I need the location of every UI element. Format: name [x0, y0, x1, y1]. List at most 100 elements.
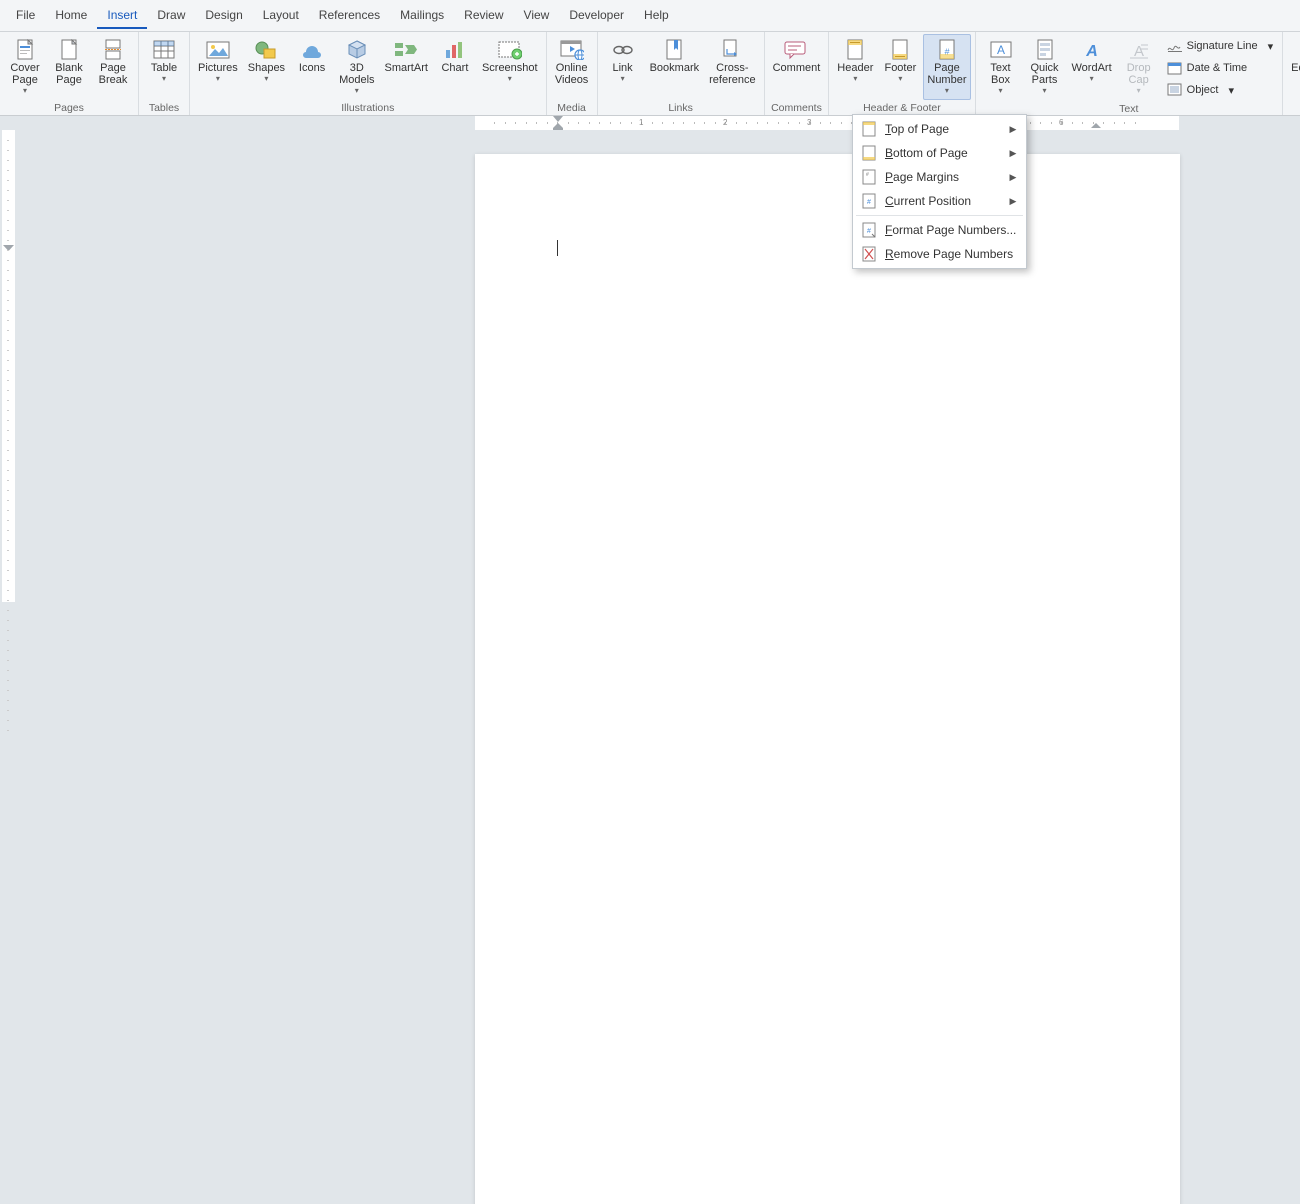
3d-models-button[interactable]: 3DModels ▾ [335, 34, 378, 100]
blank-page-label: BlankPage [55, 62, 83, 86]
dropdown-arrow-icon: ▾ [853, 74, 857, 83]
group-links: Link ▾ Bookmark Cross-reference Links [598, 32, 765, 115]
table-label: Table [151, 62, 177, 74]
tab-view[interactable]: View [514, 2, 560, 29]
dropdown-arrow-icon: ▾ [621, 74, 625, 83]
page-bottom-icon [861, 145, 877, 161]
object-button[interactable]: Object ▾ [1164, 80, 1276, 100]
menu-bottom-of-page[interactable]: Bottom of Page ▶ [855, 141, 1024, 165]
signature-line-icon [1167, 38, 1183, 54]
tab-references[interactable]: References [309, 2, 390, 29]
ruler-mark: 1 [639, 118, 643, 127]
tab-help[interactable]: Help [634, 2, 679, 29]
group-tables: Table ▾ Tables [139, 32, 190, 115]
chart-icon [444, 39, 466, 61]
menu-separator [856, 215, 1023, 216]
object-label: Object [1187, 84, 1219, 96]
tab-insert[interactable]: Insert [97, 2, 147, 29]
equation-button[interactable]: π Equation ▾ [1287, 34, 1300, 100]
dropdown-arrow-icon: ▾ [508, 74, 512, 83]
smartart-button[interactable]: SmartArt [381, 34, 432, 100]
ruler-right-indent[interactable] [1091, 123, 1101, 130]
text-box-icon: A [990, 39, 1012, 61]
tab-home[interactable]: Home [45, 2, 97, 29]
ruler-first-line-indent[interactable] [553, 116, 563, 122]
ruler-mark: 2 [723, 118, 727, 127]
date-time-icon [1167, 60, 1183, 76]
signature-line-button[interactable]: Signature Line ▾ [1164, 36, 1276, 56]
group-illustrations-label: Illustrations [194, 101, 542, 115]
cover-page-button[interactable]: CoverPage ▾ [4, 34, 46, 100]
menu-top-of-page[interactable]: Top of Page ▶ [855, 117, 1024, 141]
menu-page-margins[interactable]: # Page Margins ▶ [855, 165, 1024, 189]
page-break-label: PageBreak [99, 62, 128, 86]
online-videos-label: OnlineVideos [555, 62, 588, 86]
link-button[interactable]: Link ▾ [602, 34, 644, 100]
text-cursor [557, 240, 558, 256]
group-comments-label: Comments [769, 101, 825, 115]
svg-text:#: # [867, 228, 871, 235]
tab-draw[interactable]: Draw [147, 2, 195, 29]
link-icon [612, 39, 634, 61]
group-text: A TextBox ▾ QuickParts ▾ A WordArt ▾ [976, 32, 1284, 115]
group-pages: CoverPage ▾ BlankPage PageBreak Pages [0, 32, 139, 115]
tab-file[interactable]: File [6, 2, 45, 29]
dropdown-arrow-icon: ▾ [998, 86, 1002, 95]
cover-page-icon [15, 39, 35, 61]
submenu-arrow-icon: ▶ [1009, 124, 1016, 135]
horizontal-ruler[interactable]: 123456 [0, 116, 1300, 130]
date-time-button[interactable]: Date & Time [1164, 58, 1276, 78]
menu-format-page-numbers[interactable]: # Format Page Numbers... [855, 218, 1024, 242]
icons-button[interactable]: Icons [291, 34, 333, 100]
screenshot-button[interactable]: Screenshot ▾ [478, 34, 542, 100]
drop-cap-button[interactable]: A DropCap ▾ [1118, 34, 1160, 100]
shapes-icon [255, 39, 277, 61]
ruler-mark: 6 [1059, 118, 1063, 127]
quick-parts-button[interactable]: QuickParts ▾ [1024, 34, 1066, 100]
blank-page-button[interactable]: BlankPage [48, 34, 90, 100]
tab-review[interactable]: Review [454, 2, 513, 29]
pictures-icon [206, 39, 230, 61]
vertical-ruler[interactable] [2, 130, 15, 602]
document-page[interactable] [475, 154, 1180, 1204]
cross-reference-label: Cross-reference [709, 62, 755, 86]
text-box-button[interactable]: A TextBox ▾ [980, 34, 1022, 100]
pictures-button[interactable]: Pictures ▾ [194, 34, 242, 100]
shapes-button[interactable]: Shapes ▾ [244, 34, 289, 100]
page-break-button[interactable]: PageBreak [92, 34, 134, 100]
menu-current-position[interactable]: # Current Position ▶ [855, 189, 1024, 213]
table-button[interactable]: Table ▾ [143, 34, 185, 100]
submenu-arrow-icon: ▶ [1009, 172, 1016, 183]
menu-remove-page-numbers[interactable]: Remove Page Numbers [855, 242, 1024, 266]
submenu-arrow-icon: ▶ [1009, 148, 1016, 159]
tab-layout[interactable]: Layout [253, 2, 309, 29]
submenu-arrow-icon: ▶ [1009, 196, 1016, 207]
cover-page-label: CoverPage [10, 62, 39, 86]
wordart-button[interactable]: A WordArt ▾ [1068, 34, 1116, 100]
footer-icon [890, 39, 910, 61]
date-time-label: Date & Time [1187, 62, 1248, 74]
bookmark-button[interactable]: Bookmark [646, 34, 704, 100]
tab-developer[interactable]: Developer [559, 2, 634, 29]
dropdown-arrow-icon: ▾ [264, 74, 268, 83]
dropdown-arrow-icon: ▾ [216, 74, 220, 83]
comment-button[interactable]: Comment [769, 34, 825, 100]
screenshot-icon [498, 39, 522, 61]
wordart-icon: A [1081, 39, 1103, 61]
group-header-footer-label: Header & Footer [833, 101, 970, 115]
signature-line-label: Signature Line [1187, 40, 1258, 52]
chart-button[interactable]: Chart [434, 34, 476, 100]
header-button[interactable]: Header ▾ [833, 34, 877, 100]
svg-text:A: A [996, 43, 1004, 57]
tab-mailings[interactable]: Mailings [390, 2, 454, 29]
footer-button[interactable]: Footer ▾ [879, 34, 921, 100]
vruler-top-indent[interactable] [2, 240, 15, 254]
tab-design[interactable]: Design [195, 2, 252, 29]
page-number-button[interactable]: # PageNumber ▾ [923, 34, 970, 100]
online-videos-button[interactable]: OnlineVideos [551, 34, 593, 100]
cross-reference-button[interactable]: Cross-reference [705, 34, 759, 100]
bookmark-label: Bookmark [650, 62, 700, 74]
smartart-icon [394, 39, 418, 61]
icons-label: Icons [299, 62, 325, 74]
ruler-left-indent[interactable] [553, 123, 563, 130]
